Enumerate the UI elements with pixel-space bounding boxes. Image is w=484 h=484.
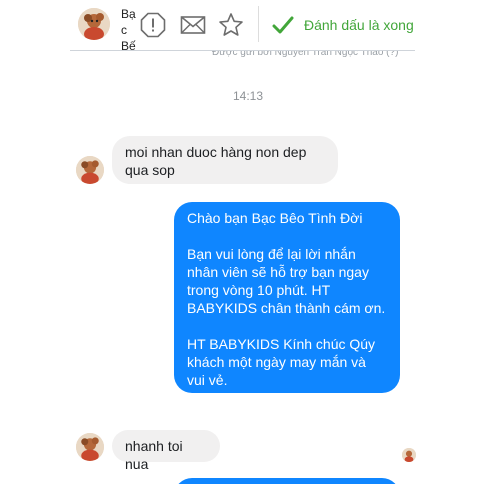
messenger-conversation: Bạc Bế Đánh dấu là xong Được gửi bởi Ngu… bbox=[0, 0, 484, 484]
envelope-icon[interactable] bbox=[180, 12, 206, 38]
incoming-message-bubble[interactable]: nhanh toi nua bbox=[112, 430, 220, 472]
message-timestamp: 14:13 bbox=[232, 89, 264, 103]
mark-as-done-button[interactable]: Đánh dấu là xong bbox=[272, 12, 414, 38]
outgoing-message-bubble[interactable]: Chào bạn Bạc Bêo Tình Đời Bạn vui lòng đ… bbox=[174, 202, 400, 393]
alert-octagon-icon[interactable] bbox=[140, 12, 166, 38]
contact-avatar[interactable] bbox=[78, 8, 110, 40]
message-paragraph: Chào bạn Bạc Bêo Tình Đời bbox=[187, 210, 363, 226]
header-divider bbox=[258, 6, 259, 42]
outgoing-message-bubble[interactable] bbox=[174, 478, 400, 484]
conversation-header: Bạc Bế Đánh dấu là xong bbox=[0, 0, 484, 53]
header-bottom-border bbox=[70, 50, 415, 51]
message-paragraph: HT BABYKIDS Kính chúc Qúy khách một ngày… bbox=[187, 336, 376, 388]
incoming-message-bubble[interactable]: moi nhan duoc hàng non dep qua sop bbox=[112, 136, 338, 184]
contact-avatar[interactable] bbox=[76, 156, 104, 184]
seen-indicator-avatar bbox=[402, 448, 416, 462]
mark-as-done-label: Đánh dấu là xong bbox=[304, 17, 414, 33]
contact-avatar[interactable] bbox=[76, 433, 104, 461]
star-icon[interactable] bbox=[218, 12, 244, 38]
message-paragraph: Bạn vui lòng để lại lời nhắn nhân viên s… bbox=[187, 246, 386, 316]
checkmark-icon bbox=[272, 14, 294, 36]
contact-name[interactable]: Bạc Bế bbox=[121, 6, 139, 54]
